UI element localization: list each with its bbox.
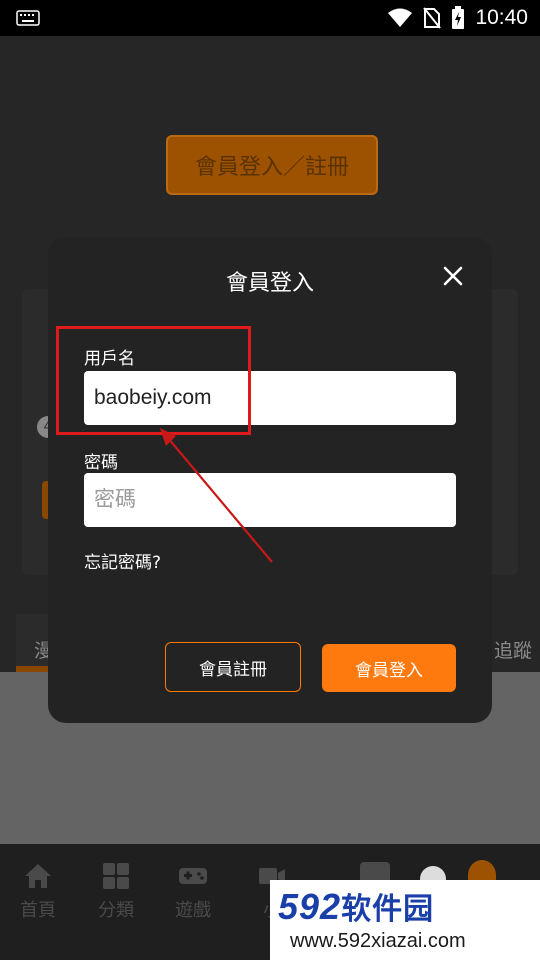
watermark-logo-text: 软件园 [341,892,435,927]
register-button[interactable]: 會員註冊 [165,642,301,692]
password-label: 密碼 [84,453,118,473]
battery-charging-icon [452,6,465,29]
nav-item-label: 遊戲 [175,900,211,921]
wifi-icon [388,8,413,27]
login-button[interactable]: 會員登入 [322,644,456,692]
keyboard-icon [16,10,40,26]
nav-item-games[interactable]: 遊戲 [163,862,223,922]
no-sim-icon [423,7,442,29]
gamepad-icon [179,868,207,884]
home-icon [25,864,51,888]
watermark-logo: 592软件园 [278,884,434,928]
nav-item-home[interactable]: 首頁 [8,862,68,922]
watermark: 592软件园 www.592xiazai.com [270,880,540,960]
password-input[interactable] [84,473,456,527]
login-dialog: 會員登入 用戶名 密碼 忘記密碼? 會員註冊 會員登入 [48,237,492,723]
nav-item-label: 首頁 [20,900,56,921]
bg-login-register-button[interactable]: 會員登入／註冊 [166,135,378,195]
annotation-highlight-box [56,326,251,435]
status-time: 10:40 [475,6,528,29]
grid-icon [103,863,129,889]
close-icon[interactable] [440,263,466,289]
status-bar: 10:40 [0,0,540,36]
forgot-password-link[interactable]: 忘記密碼? [84,548,161,573]
watermark-url: www.592xiazai.com [290,930,466,952]
watermark-logo-digits: 592 [278,886,342,927]
nav-item-label: 分類 [98,900,134,921]
bg-tab-right[interactable]: 追蹤 [494,636,532,663]
status-icons: 10:40 [387,6,528,30]
nav-item-category[interactable]: 分類 [86,862,146,922]
dialog-title: 會員登入 [225,271,314,296]
